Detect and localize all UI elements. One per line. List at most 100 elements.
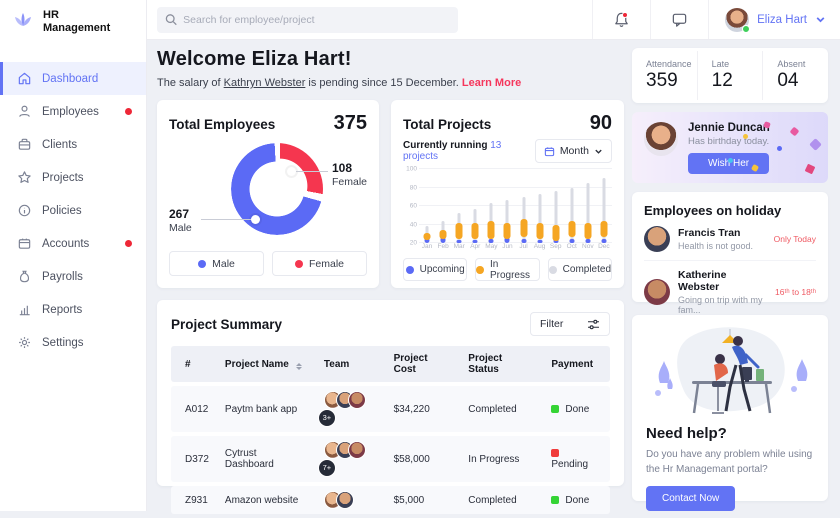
legend-male[interactable]: Male — [169, 251, 264, 276]
holiday-avatar — [644, 279, 670, 305]
gear-icon — [17, 335, 32, 350]
team-avatar — [348, 391, 366, 409]
bar-apr[interactable] — [467, 169, 483, 243]
sidebar-item-payrolls[interactable]: Payrolls — [0, 260, 146, 293]
holiday-entry[interactable]: Francis TranHealth is not good.Only Toda… — [644, 218, 816, 260]
sidebar-item-projects[interactable]: Projects — [0, 161, 146, 194]
month-dropdown[interactable]: Month — [535, 139, 612, 163]
chevron-down-icon — [815, 14, 826, 25]
holiday-dates: Only Today — [774, 234, 816, 244]
sidebar-item-employees[interactable]: Employees — [0, 95, 146, 128]
projects-legend: Upcoming In Progress Completed — [403, 258, 612, 281]
notifications-button[interactable] — [592, 0, 650, 39]
project-name: Cytrust Dashboard — [217, 436, 316, 482]
sidebar-item-dashboard[interactable]: Dashboard — [0, 62, 146, 95]
inprogress-bar — [552, 225, 559, 242]
sidebar-item-accounts[interactable]: Accounts — [0, 227, 146, 260]
x-tick: Aug — [532, 243, 548, 250]
sidebar-item-label: Reports — [42, 304, 82, 316]
legend-upcoming[interactable]: Upcoming — [403, 258, 467, 281]
upcoming-bar — [489, 239, 494, 243]
upcoming-bar — [521, 239, 526, 243]
holiday-name: Francis Tran — [678, 227, 753, 239]
wish-her-button[interactable]: Wish Her — [688, 153, 769, 174]
messages-button[interactable] — [650, 0, 708, 39]
profile-menu[interactable]: Eliza Hart — [708, 0, 840, 39]
holiday-entry[interactable]: Katherine WebsterGoing on trip with my f… — [644, 260, 816, 323]
confetti — [743, 134, 748, 139]
legend-female[interactable]: Female — [272, 251, 367, 276]
payment-status: Pending — [543, 436, 610, 482]
x-tick: Feb — [435, 243, 451, 250]
column-header: # — [171, 346, 217, 382]
sidebar-item-policies[interactable]: Policies — [0, 194, 146, 227]
bar-feb[interactable] — [435, 169, 451, 243]
x-tick: May — [483, 243, 499, 250]
table-row[interactable]: A012Paytm bank app3+$34,220CompletedDone — [171, 386, 610, 432]
stat-value: 04 — [777, 70, 828, 92]
payment-status: Done — [543, 386, 610, 432]
project-id: D372 — [171, 436, 217, 482]
legend-in-progress[interactable]: In Progress — [475, 258, 539, 281]
summary-title: Project Summary — [171, 317, 282, 332]
confetti — [777, 146, 782, 151]
female-leader-line — [296, 171, 328, 172]
sidebar-item-label: Accounts — [42, 238, 89, 250]
confetti — [805, 164, 816, 175]
holiday-reason: Going on trip with my fam... — [678, 295, 767, 315]
sidebar-item-clients[interactable]: Clients — [0, 128, 146, 161]
birthday-subtitle: Has birthday today. — [688, 136, 770, 147]
legend-completed[interactable]: Completed — [548, 258, 612, 281]
bar-jul[interactable] — [515, 169, 531, 243]
sidebar-item-label: Settings — [42, 337, 84, 349]
team-avatar — [348, 441, 366, 459]
project-name: Paytm bank app — [217, 386, 316, 432]
bar-jun[interactable] — [499, 169, 515, 243]
sidebar-nav: DashboardEmployeesClientsProjectsPolicie… — [0, 62, 146, 359]
stat-label: Late — [712, 59, 763, 69]
employees-donut-chart: 108Female 267Male — [169, 135, 367, 243]
bar-oct[interactable] — [564, 169, 580, 243]
search-input[interactable] — [183, 14, 450, 26]
legend-label: Male — [212, 258, 235, 270]
sidebar: HR Management DashboardEmployeesClientsP… — [0, 0, 147, 511]
notification-dot — [125, 108, 132, 115]
y-tick: 60 — [410, 203, 417, 210]
filter-button[interactable]: Filter — [530, 312, 610, 336]
bar-sep[interactable] — [548, 169, 564, 243]
lotus-icon — [10, 9, 36, 35]
search-bar[interactable] — [157, 7, 458, 33]
learn-more-link[interactable]: Learn More — [462, 77, 521, 89]
employees-total: 375 — [334, 112, 367, 135]
person-link[interactable]: Kathryn Webster — [224, 77, 306, 89]
inprogress-bar — [584, 223, 591, 240]
column-header[interactable]: Project Name — [217, 346, 316, 382]
search-icon — [165, 13, 177, 26]
legend-dot — [198, 260, 206, 268]
bar-nov[interactable] — [580, 169, 596, 243]
bar-dec[interactable] — [596, 169, 612, 243]
sidebar-item-reports[interactable]: Reports — [0, 293, 146, 326]
employees-legend: Male Female — [169, 251, 367, 276]
bar-mar[interactable] — [451, 169, 467, 243]
bar-may[interactable] — [483, 169, 499, 243]
male-leader-line — [201, 219, 251, 220]
payment-status-dot — [551, 449, 559, 457]
sidebar-item-settings[interactable]: Settings — [0, 326, 146, 359]
x-tick: Oct — [564, 243, 580, 250]
inprogress-bar — [568, 221, 575, 238]
y-tick: 20 — [410, 240, 417, 247]
contact-now-button[interactable]: Contact Now — [646, 486, 735, 511]
bar-jan[interactable] — [419, 169, 435, 243]
birthday-avatar — [644, 122, 678, 156]
table-row[interactable]: D372Cytrust Dashboard7+$58,000In Progres… — [171, 436, 610, 482]
stat-attendance: Attendance359 — [632, 51, 697, 100]
chat-icon — [671, 11, 688, 28]
bar-aug[interactable] — [532, 169, 548, 243]
plot-area — [419, 169, 612, 243]
table-row[interactable]: Z931Amazon website$5,000CompletedDone — [171, 486, 610, 514]
home-icon — [17, 71, 32, 86]
inprogress-bar — [440, 230, 447, 239]
currently-running-label: Currently running 13 projects — [403, 140, 535, 162]
female-marker — [287, 167, 296, 176]
